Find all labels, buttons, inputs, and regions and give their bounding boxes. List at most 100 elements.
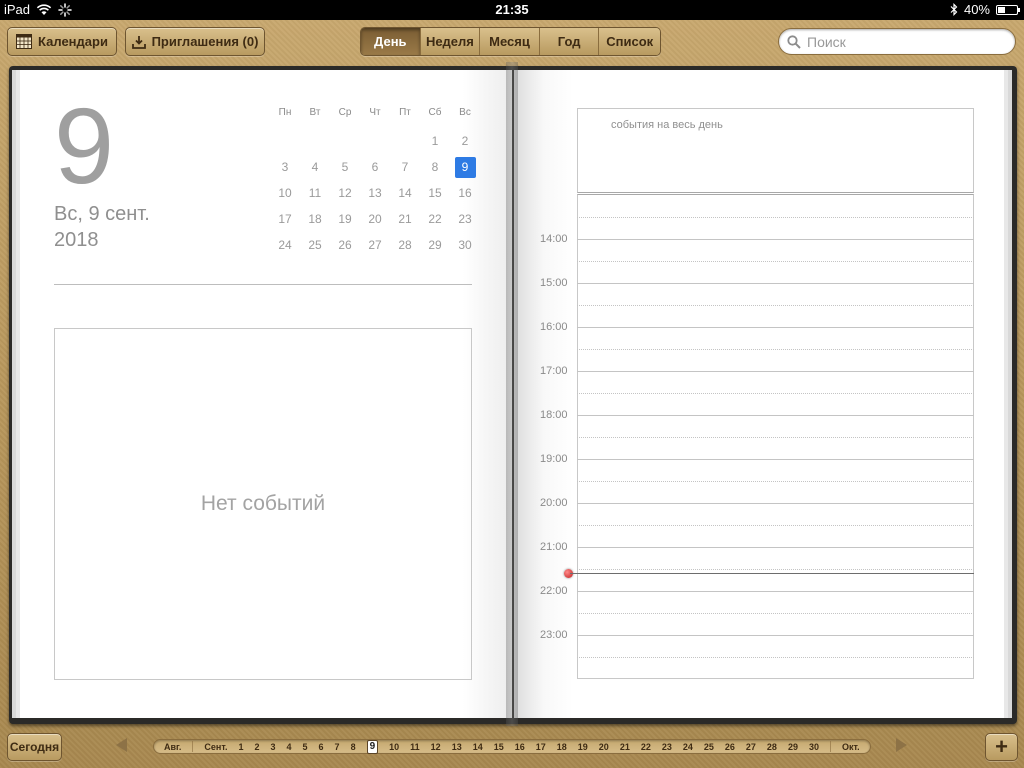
today-button[interactable]: Сегодня (7, 733, 62, 761)
mini-calendar-day[interactable]: 13 (360, 180, 390, 206)
half-hour-line (577, 217, 974, 218)
strip-day[interactable]: 13 (452, 742, 462, 752)
mini-calendar-day[interactable]: 12 (330, 180, 360, 206)
mini-calendar-day[interactable]: 7 (390, 154, 420, 180)
mini-calendar-day[interactable]: 19 (330, 206, 360, 232)
mini-calendar-day[interactable]: 2 (450, 128, 480, 154)
mini-calendar-day[interactable]: 28 (390, 232, 420, 258)
mini-calendar-day[interactable]: 25 (300, 232, 330, 258)
hour-line (577, 371, 974, 372)
calendars-button-label: Календари (38, 34, 108, 49)
half-hour-line (577, 349, 974, 350)
strip-day[interactable]: 28 (767, 742, 777, 752)
strip-day[interactable]: 10 (389, 742, 399, 752)
strip-day[interactable]: 8 (351, 742, 356, 752)
strip-day[interactable]: 1 (238, 742, 243, 752)
strip-day[interactable]: 25 (704, 742, 714, 752)
strip-day[interactable]: 20 (599, 742, 609, 752)
strip-day[interactable]: 6 (319, 742, 324, 752)
tab-list[interactable]: Список (599, 28, 660, 55)
invitations-button[interactable]: Приглашения (0) (125, 27, 265, 56)
mini-calendar-day[interactable]: 21 (390, 206, 420, 232)
battery-icon (996, 4, 1020, 15)
hour-line (577, 327, 974, 328)
next-month-link[interactable]: Окт. (842, 742, 860, 752)
hour-line (577, 415, 974, 416)
half-hour-line (577, 437, 974, 438)
strip-day[interactable]: 18 (557, 742, 567, 752)
calendars-button[interactable]: Календари (7, 27, 117, 56)
strip-day[interactable]: 5 (303, 742, 308, 752)
mini-calendar-day[interactable]: 3 (270, 154, 300, 180)
mini-calendar-day[interactable]: 20 (360, 206, 390, 232)
calendar-grid-icon (16, 34, 33, 49)
mini-calendar-day[interactable]: 17 (270, 206, 300, 232)
mini-calendar-day[interactable]: 18 (300, 206, 330, 232)
current-month-link[interactable]: Сент. (204, 742, 227, 752)
mini-calendar-day[interactable]: 22 (420, 206, 450, 232)
mini-calendar-day[interactable]: 27 (360, 232, 390, 258)
hour-label: 18:00 (540, 409, 568, 421)
mini-calendar-day[interactable]: 16 (450, 180, 480, 206)
strip-day[interactable]: 29 (788, 742, 798, 752)
mini-calendar-day[interactable]: 10 (270, 180, 300, 206)
tab-day[interactable]: День (361, 28, 421, 55)
strip-day[interactable]: 4 (287, 742, 292, 752)
strip-day[interactable]: 12 (431, 742, 441, 752)
date-year-line: 2018 (54, 229, 99, 251)
strip-day-current[interactable]: 9 (366, 739, 379, 754)
hour-label: 19:00 (540, 453, 568, 465)
mini-calendar-day[interactable]: 24 (270, 232, 300, 258)
events-list: Нет событий (54, 328, 472, 680)
mini-calendar-day[interactable]: 1 (420, 128, 450, 154)
strip-day[interactable]: 7 (335, 742, 340, 752)
hour-line (577, 239, 974, 240)
strip-day[interactable]: 30 (809, 742, 819, 752)
mini-calendar-day[interactable]: 30 (450, 232, 480, 258)
strip-day[interactable]: 24 (683, 742, 693, 752)
strip-day[interactable]: 26 (725, 742, 735, 752)
strip-day[interactable]: 2 (254, 742, 259, 752)
strip-day[interactable]: 11 (410, 742, 420, 752)
mini-calendar-day[interactable]: 5 (330, 154, 360, 180)
battery-percent: 40% (963, 2, 990, 17)
prev-month-link[interactable]: Авг. (164, 742, 181, 752)
strip-day[interactable]: 22 (641, 742, 651, 752)
mini-calendar-day[interactable]: 14 (390, 180, 420, 206)
mini-calendar-day-selected[interactable]: 9 (450, 154, 480, 180)
big-day-number: 9 (54, 85, 115, 206)
strip-day[interactable]: 23 (662, 742, 672, 752)
hour-label: 21:00 (540, 541, 568, 553)
strip-day[interactable]: 19 (578, 742, 588, 752)
strip-day[interactable]: 27 (746, 742, 756, 752)
mini-calendar-day[interactable]: 29 (420, 232, 450, 258)
mini-calendar-day[interactable]: 23 (450, 206, 480, 232)
mini-calendar-day[interactable]: 4 (300, 154, 330, 180)
all-day-events-area[interactable]: события на весь день (577, 108, 974, 193)
mini-calendar-day[interactable]: 6 (360, 154, 390, 180)
strip-day[interactable]: 3 (270, 742, 275, 752)
previous-arrow-icon[interactable] (116, 738, 127, 752)
half-hour-line (577, 613, 974, 614)
hour-line (577, 283, 974, 284)
next-arrow-icon[interactable] (896, 738, 907, 752)
half-hour-line (577, 305, 974, 306)
tab-week[interactable]: Неделя (420, 28, 481, 55)
strip-day[interactable]: 21 (620, 742, 630, 752)
mini-calendar-day[interactable]: 11 (300, 180, 330, 206)
strip-day[interactable]: 14 (473, 742, 483, 752)
strip-day[interactable]: 17 (536, 742, 546, 752)
mini-calendar-day[interactable]: 8 (420, 154, 450, 180)
tab-year[interactable]: Год (539, 28, 600, 55)
half-hour-line (577, 525, 974, 526)
mini-calendar-day[interactable]: 26 (330, 232, 360, 258)
search-input[interactable] (807, 33, 1007, 50)
mini-calendar-day[interactable]: 15 (420, 180, 450, 206)
strip-separator (829, 741, 831, 752)
strip-day[interactable]: 15 (494, 742, 504, 752)
add-event-button[interactable]: + (985, 733, 1018, 761)
hour-label: 16:00 (540, 321, 568, 333)
tab-month[interactable]: Месяц (480, 28, 540, 55)
search-field[interactable] (778, 28, 1016, 55)
strip-day[interactable]: 16 (515, 742, 525, 752)
